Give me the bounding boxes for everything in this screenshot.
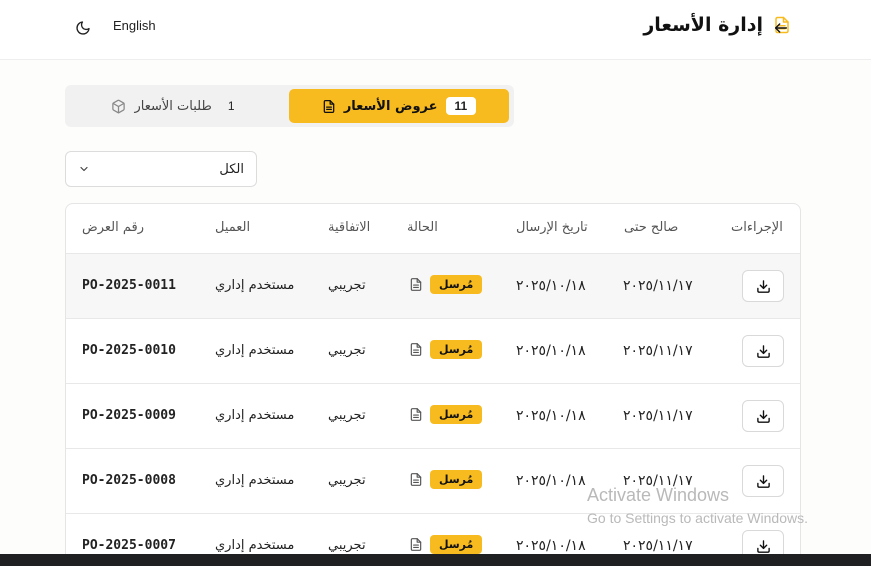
column-header-client: العميل [215, 220, 251, 235]
client-name: مستخدم إداري [215, 408, 295, 423]
table-row[interactable]: PO-2025-0009 مستخدم إداري تجريبي مُرسل ٢… [66, 384, 800, 449]
column-header-status: الحالة [407, 220, 438, 235]
download-button[interactable] [742, 465, 784, 497]
download-button[interactable] [742, 335, 784, 367]
agreement-name: تجريبي [328, 408, 366, 423]
language-switch-button[interactable]: English [113, 18, 156, 33]
tab-count-badge: 11 [445, 97, 477, 115]
agreement-name: تجريبي [328, 538, 366, 553]
client-name: مستخدم إداري [215, 278, 295, 293]
sent-date: ٢٠٢٥/١٠/١٨ [516, 538, 586, 554]
tab-bar: 11 عروض الأسعار 1 طلبات الأسعار [65, 85, 514, 127]
status-cell: مُرسل [409, 275, 483, 294]
status-cell: مُرسل [409, 340, 483, 359]
agreement-name: تجريبي [328, 343, 366, 358]
chevron-down-icon [80, 166, 88, 172]
document-icon [323, 99, 335, 113]
status-badge: مُرسل [430, 340, 483, 359]
quote-number: PO-2025-0010 [82, 343, 176, 358]
document-icon[interactable] [409, 407, 423, 422]
column-header-valid-until: صالح حتى [624, 220, 679, 235]
download-icon [756, 344, 770, 358]
table-row[interactable]: PO-2025-0010 مستخدم إداري تجريبي مُرسل ٢… [66, 319, 800, 384]
agreement-name: تجريبي [328, 473, 366, 488]
status-badge: مُرسل [430, 470, 483, 489]
table-header: رقم العرض العميل الاتفاقية الحالة تاريخ … [66, 204, 800, 254]
document-icon[interactable] [409, 537, 423, 552]
os-taskbar [0, 554, 871, 566]
tab-quotes[interactable]: 11 عروض الأسعار [289, 89, 509, 123]
download-icon [756, 474, 770, 488]
status-badge: مُرسل [430, 275, 483, 294]
filter-selected-value: الكل [219, 161, 244, 177]
quote-number: PO-2025-0007 [82, 538, 176, 553]
arrow-left-icon [774, 23, 788, 33]
document-icon[interactable] [409, 342, 423, 357]
table-row[interactable]: PO-2025-0011 مستخدم إداري تجريبي مُرسل ٢… [66, 254, 800, 319]
agreement-name: تجريبي [328, 278, 366, 293]
column-header-actions: الإجراءات [731, 220, 783, 235]
download-button[interactable] [742, 400, 784, 432]
document-icon[interactable] [409, 277, 423, 292]
download-icon [756, 409, 770, 423]
tab-label: عروض الأسعار [343, 98, 438, 114]
page-title-group: إدارة الأسعار [643, 14, 791, 36]
status-badge: مُرسل [430, 405, 483, 424]
download-icon [756, 279, 770, 293]
sent-date: ٢٠٢٥/١٠/١٨ [516, 408, 586, 424]
valid-until-date: ٢٠٢٥/١١/١٧ [623, 278, 693, 294]
back-button[interactable] [770, 17, 792, 39]
tab-label: طلبات الأسعار [134, 98, 212, 114]
tab-count-badge: 1 [227, 99, 235, 113]
quote-number: PO-2025-0011 [82, 278, 176, 293]
box-icon [112, 99, 126, 113]
download-icon [756, 539, 770, 553]
quote-number: PO-2025-0008 [82, 473, 176, 488]
sent-date: ٢٠٢٥/١٠/١٨ [516, 278, 586, 294]
column-header-agreement: الاتفاقية [328, 220, 371, 235]
column-header-quote-number: رقم العرض [82, 220, 145, 235]
top-header: English إدارة الأسعار [0, 0, 871, 60]
status-cell: مُرسل [409, 470, 483, 489]
moon-icon [76, 21, 90, 35]
column-header-sent-date: تاريخ الإرسال [516, 220, 588, 235]
sent-date: ٢٠٢٥/١٠/١٨ [516, 343, 586, 359]
valid-until-date: ٢٠٢٥/١١/١٧ [623, 408, 693, 424]
client-name: مستخدم إداري [215, 473, 295, 488]
status-cell: مُرسل [409, 535, 483, 554]
page-title: إدارة الأسعار [643, 14, 763, 36]
status-badge: مُرسل [430, 535, 483, 554]
theme-toggle-button[interactable] [72, 17, 94, 39]
status-filter-select[interactable]: الكل [65, 151, 257, 187]
quote-number: PO-2025-0009 [82, 408, 176, 423]
tab-requests[interactable]: 1 طلبات الأسعار [69, 89, 285, 123]
status-cell: مُرسل [409, 405, 483, 424]
activation-watermark-title: Activate Windows [587, 485, 730, 505]
valid-until-date: ٢٠٢٥/١١/١٧ [623, 538, 693, 554]
activation-watermark-subtitle: Go to Settings to activate Windows. [587, 510, 808, 526]
download-button[interactable] [742, 270, 784, 302]
document-icon[interactable] [409, 472, 423, 487]
valid-until-date: ٢٠٢٥/١١/١٧ [623, 343, 693, 359]
client-name: مستخدم إداري [215, 538, 295, 553]
sent-date: ٢٠٢٥/١٠/١٨ [516, 473, 586, 489]
client-name: مستخدم إداري [215, 343, 295, 358]
